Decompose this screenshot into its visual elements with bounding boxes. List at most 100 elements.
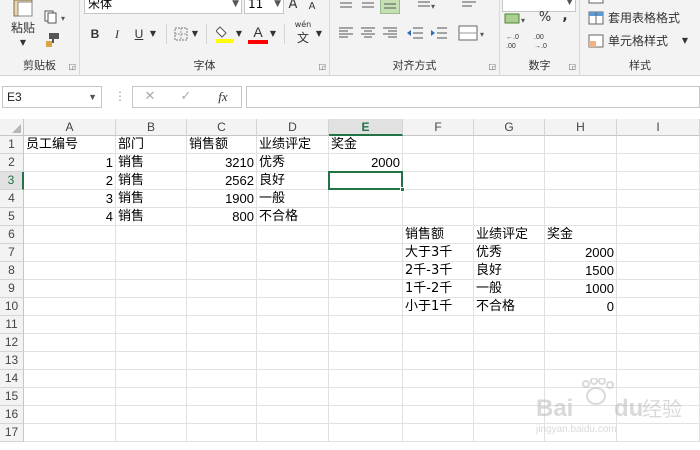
- copy-icon[interactable]: ▾: [44, 10, 70, 24]
- cell-b11[interactable]: [116, 316, 187, 334]
- cell-d13[interactable]: [257, 352, 329, 370]
- column-header-i[interactable]: I: [617, 119, 700, 136]
- formula-bar-drag-handle[interactable]: ⋮: [114, 88, 126, 104]
- cell-d2[interactable]: 优秀: [257, 154, 329, 172]
- currency-icon[interactable]: ▾: [504, 12, 530, 26]
- cell-a16[interactable]: [24, 406, 116, 424]
- column-header-c[interactable]: C: [187, 119, 257, 136]
- conditional-format-icon[interactable]: [588, 0, 604, 4]
- cell-g3[interactable]: [474, 172, 545, 190]
- cell-d5[interactable]: 不合格: [257, 208, 329, 226]
- cell-c4[interactable]: 1900: [187, 190, 257, 208]
- cell-e2[interactable]: 2000: [329, 154, 403, 172]
- cell-i4[interactable]: [617, 190, 700, 208]
- cell-i2[interactable]: [617, 154, 700, 172]
- cell-f1[interactable]: [403, 136, 474, 154]
- underline-dropdown-icon[interactable]: ▼: [148, 26, 158, 42]
- row-header-11[interactable]: 11: [0, 316, 24, 334]
- column-header-b[interactable]: B: [116, 119, 187, 136]
- row-header-5[interactable]: 5: [0, 208, 24, 226]
- cell-h6[interactable]: 奖金: [545, 226, 617, 244]
- clipboard-launcher-icon[interactable]: ◲: [68, 62, 76, 71]
- cell-g13[interactable]: [474, 352, 545, 370]
- cell-a13[interactable]: [24, 352, 116, 370]
- font-color-dropdown-icon[interactable]: ▼: [268, 26, 278, 42]
- bold-button[interactable]: B: [86, 26, 104, 42]
- name-box[interactable]: E3 ▼: [2, 86, 102, 108]
- cell-e4[interactable]: [329, 190, 403, 208]
- cell-f15[interactable]: [403, 388, 474, 406]
- cell-a11[interactable]: [24, 316, 116, 334]
- cell-b9[interactable]: [116, 280, 187, 298]
- column-header-f[interactable]: F: [403, 119, 474, 136]
- cell-g8[interactable]: 良好: [474, 262, 545, 280]
- cell-h4[interactable]: [545, 190, 617, 208]
- format-painter-icon[interactable]: [44, 32, 62, 48]
- cell-f14[interactable]: [403, 370, 474, 388]
- cell-e7[interactable]: [329, 244, 403, 262]
- cell-h3[interactable]: [545, 172, 617, 190]
- paste-button[interactable]: 粘贴: [6, 20, 40, 36]
- cell-f13[interactable]: [403, 352, 474, 370]
- cell-a1[interactable]: 员工编号: [24, 136, 116, 154]
- row-header-2[interactable]: 2: [0, 154, 24, 172]
- wrap-text-icon[interactable]: [460, 0, 478, 12]
- row-header-10[interactable]: 10: [0, 298, 24, 316]
- cell-a5[interactable]: 4: [24, 208, 116, 226]
- number-launcher-icon[interactable]: ◲: [568, 62, 576, 71]
- cell-h8[interactable]: 1500: [545, 262, 617, 280]
- cell-c10[interactable]: [187, 298, 257, 316]
- cell-e17[interactable]: [329, 424, 403, 442]
- cell-b10[interactable]: [116, 298, 187, 316]
- cell-i3[interactable]: [617, 172, 700, 190]
- font-color-button[interactable]: A: [250, 24, 266, 40]
- cell-c7[interactable]: [187, 244, 257, 262]
- cell-a10[interactable]: [24, 298, 116, 316]
- cell-h7[interactable]: 2000: [545, 244, 617, 262]
- cell-c2[interactable]: 3210: [187, 154, 257, 172]
- row-header-17[interactable]: 17: [0, 424, 24, 442]
- cell-a15[interactable]: [24, 388, 116, 406]
- cell-style-icon[interactable]: [588, 34, 604, 48]
- cell-c9[interactable]: [187, 280, 257, 298]
- cell-a4[interactable]: 3: [24, 190, 116, 208]
- borders-icon[interactable]: [174, 27, 188, 41]
- cell-f2[interactable]: [403, 154, 474, 172]
- cell-c5[interactable]: 800: [187, 208, 257, 226]
- cell-i11[interactable]: [617, 316, 700, 334]
- cell-b5[interactable]: 销售: [116, 208, 187, 226]
- cell-e16[interactable]: [329, 406, 403, 424]
- cell-h12[interactable]: [545, 334, 617, 352]
- cell-c14[interactable]: [187, 370, 257, 388]
- cell-d8[interactable]: [257, 262, 329, 280]
- cell-f3[interactable]: [403, 172, 474, 190]
- cell-b15[interactable]: [116, 388, 187, 406]
- cell-f10[interactable]: 小于1千: [403, 298, 474, 316]
- borders-dropdown-icon[interactable]: ▼: [190, 26, 200, 42]
- shrink-font-button[interactable]: A: [306, 0, 318, 15]
- cell-i12[interactable]: [617, 334, 700, 352]
- row-header-13[interactable]: 13: [0, 352, 24, 370]
- cell-b13[interactable]: [116, 352, 187, 370]
- cell-e1[interactable]: 奖金: [329, 136, 403, 154]
- cell-b17[interactable]: [116, 424, 187, 442]
- cell-style-dropdown-icon[interactable]: ▼: [680, 33, 690, 49]
- row-header-14[interactable]: 14: [0, 370, 24, 388]
- align-left-icon[interactable]: [338, 26, 354, 40]
- cell-h5[interactable]: [545, 208, 617, 226]
- comma-button[interactable]: ,: [560, 8, 570, 24]
- cell-c15[interactable]: [187, 388, 257, 406]
- cell-d3[interactable]: 良好: [257, 172, 329, 190]
- cell-a8[interactable]: [24, 262, 116, 280]
- align-top-icon[interactable]: [338, 0, 354, 10]
- column-header-a[interactable]: A: [24, 119, 116, 136]
- alignment-launcher-icon[interactable]: ◲: [488, 62, 496, 71]
- cell-d6[interactable]: [257, 226, 329, 244]
- cell-b14[interactable]: [116, 370, 187, 388]
- insert-function-button[interactable]: fx: [213, 89, 233, 105]
- cell-c8[interactable]: [187, 262, 257, 280]
- cell-e13[interactable]: [329, 352, 403, 370]
- cell-i10[interactable]: [617, 298, 700, 316]
- cell-a7[interactable]: [24, 244, 116, 262]
- cell-f9[interactable]: 1千-2千: [403, 280, 474, 298]
